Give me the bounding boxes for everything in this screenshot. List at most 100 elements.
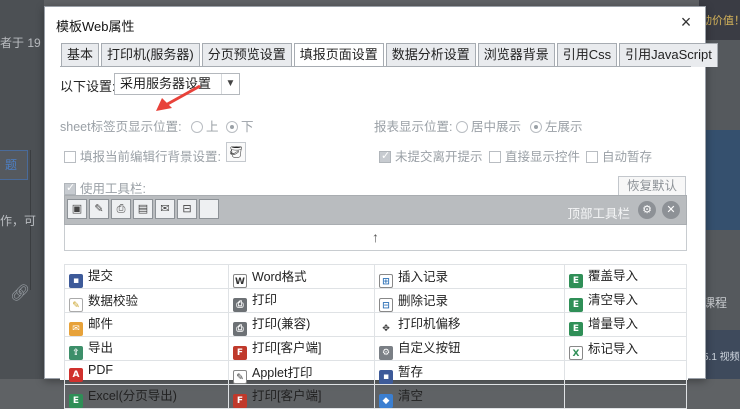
radio-button[interactable] — [226, 121, 238, 133]
background-button: 题 — [0, 150, 28, 180]
blank-icon[interactable] — [199, 199, 219, 219]
checkbox-label: 未提交离开提示 — [395, 150, 483, 164]
radio-button[interactable] — [530, 121, 542, 133]
edit-icon[interactable]: ✎ — [89, 199, 109, 219]
item-label: 覆盖导入 — [588, 269, 639, 283]
tab-strip: 基本 打印机(服务器) 分页预览设置 填报页面设置 数据分析设置 浏览器背景 引用Css 引用… — [61, 43, 720, 68]
background-text: 作，可 — [0, 214, 37, 228]
checkbox[interactable] — [489, 151, 501, 163]
item-export[interactable]: ⇪ 导出 — [64, 336, 229, 361]
item-submit[interactable]: ▪ 提交 — [64, 264, 229, 289]
radio-button[interactable] — [191, 121, 203, 133]
mail-icon: ✉ — [69, 322, 83, 336]
item-mail[interactable]: ✉ 邮件 — [64, 312, 229, 337]
pdf-icon: A — [69, 368, 83, 382]
item-label: 自定义按钮 — [398, 341, 461, 355]
export-icon[interactable]: ▤ — [133, 199, 153, 219]
tab-css[interactable]: 引用Css — [556, 43, 618, 67]
close-button[interactable]: × — [677, 13, 695, 31]
mail-icon[interactable]: ✉ — [155, 199, 175, 219]
item-label: 打印 — [252, 293, 278, 307]
item-validate[interactable]: ✎ 数据校验 — [64, 288, 229, 313]
table-row: ⇪ 导出 F 打印[客户端] ⚙ 自定义按钮 X 标记导入 — [64, 336, 687, 361]
tab-data-analysis[interactable]: 数据分析设置 — [385, 43, 476, 67]
toolbar-icons: ▣ ✎ ⎙ ▤ ✉ ⊟ — [67, 199, 221, 221]
tab-basic[interactable]: 基本 — [61, 43, 100, 67]
sheet-position-label: sheet标签页显示位置: — [60, 120, 182, 134]
paint-bucket-icon[interactable]: 🪣︎ — [226, 142, 246, 162]
item-print-client[interactable]: F 打印[客户端] — [228, 336, 375, 361]
checkbox-label: 填报当前编辑行背景设置: — [80, 150, 221, 164]
auto-save-option[interactable]: 自动暂存 — [586, 146, 652, 165]
table-row: ✎ 数据校验 ⎙ 打印 ⊟ 删除记录 E 清空导入 — [64, 288, 687, 313]
tab-printer[interactable]: 打印机(服务器) — [101, 43, 200, 67]
report-center-option[interactable]: 居中展示 — [456, 116, 521, 135]
print-icon[interactable]: ⎙ — [111, 199, 131, 219]
close-icon[interactable]: ✕ — [662, 201, 680, 219]
item-label: 打印[客户端] — [252, 341, 322, 355]
item-pdf[interactable]: A PDF — [64, 360, 229, 385]
item-label: Word格式 — [252, 269, 307, 284]
item-label: PDF — [88, 363, 113, 377]
option-label: 下 — [241, 120, 254, 134]
item-applet-print[interactable]: ✎ Applet打印 — [228, 360, 375, 385]
item-label: 打印(兼容) — [252, 317, 311, 331]
item-increment-import[interactable]: E 增量导入 — [564, 312, 687, 337]
checkbox[interactable] — [64, 151, 76, 163]
table-row: E Excel(分页导出) F 打印[客户端] ◆ 清空 — [64, 384, 687, 409]
direct-show-option[interactable]: 直接显示控件 — [489, 146, 580, 165]
item-print-compatible[interactable]: ⎙ 打印(兼容) — [228, 312, 375, 337]
item-clear-import[interactable]: E 清空导入 — [564, 288, 687, 313]
item-label: 删除记录 — [398, 293, 449, 308]
chevron-down-icon[interactable]: ▼ — [221, 74, 239, 94]
toolbar-preview: ▣ ✎ ⎙ ▤ ✉ ⊟ 顶部工具栏 ⚙ ✕ — [64, 195, 687, 225]
checkbox[interactable] — [379, 149, 391, 163]
item-mark-import[interactable]: X 标记导入 — [564, 336, 687, 361]
item-label: Excel(分页导出) — [88, 389, 177, 403]
tab-fill-page[interactable]: 填报页面设置 — [293, 43, 384, 68]
item-excel-paged[interactable]: E Excel(分页导出) — [64, 384, 229, 409]
delete-record-icon: ⊟ — [379, 297, 393, 312]
item-label: 打印机偏移 — [398, 317, 461, 331]
move-up-row[interactable]: ↑ — [64, 225, 687, 251]
sheet-position-bottom-option[interactable]: 下 — [226, 116, 254, 135]
word-icon: W — [233, 273, 247, 288]
export-icon: ⇪ — [69, 346, 83, 360]
arrow-up-icon[interactable]: ↑ — [372, 229, 379, 245]
checkbox-label: 直接显示控件 — [505, 150, 581, 164]
item-insert-record[interactable]: ⊞ 插入记录 — [374, 264, 565, 289]
item-label: 打印[客户端] — [252, 389, 322, 403]
dialog-title-bar[interactable]: 模板Web属性 × — [45, 7, 705, 39]
link-icon: 🔗︎ — [10, 285, 31, 302]
item-printer-offset[interactable]: ✥ 打印机偏移 — [374, 312, 565, 337]
sheet-position-top-option[interactable]: 上 — [191, 116, 219, 135]
tab-javascript[interactable]: 引用JavaScript — [619, 43, 718, 67]
item-delete-record[interactable]: ⊟ 删除记录 — [374, 288, 565, 313]
item-temp-save[interactable]: ▪ 暂存 — [374, 360, 565, 385]
applet-icon: ✎ — [233, 369, 247, 384]
item-overwrite-import[interactable]: E 覆盖导入 — [564, 264, 687, 289]
unsubmitted-leave-option[interactable]: 未提交离开提示 — [379, 146, 483, 165]
item-print-client-2[interactable]: F 打印[客户端] — [228, 384, 375, 409]
tab-browser-background[interactable]: 浏览器背景 — [477, 43, 555, 67]
item-label: 插入记录 — [398, 269, 449, 284]
save-icon[interactable]: ▣ — [67, 199, 87, 219]
position-row: sheet标签页显示位置: 上 下 报表显示位置: 居中展示 左展示 — [60, 114, 688, 135]
item-word[interactable]: W Word格式 — [228, 264, 375, 289]
gear-icon: ⚙ — [379, 346, 393, 360]
structure-icon[interactable]: ⊟ — [177, 199, 197, 219]
item-print[interactable]: ⎙ 打印 — [228, 288, 375, 313]
reset-default-button[interactable]: 恢复默认 — [618, 176, 686, 196]
item-clear[interactable]: ◆ 清空 — [374, 384, 565, 409]
checkbox[interactable] — [586, 151, 598, 163]
flash-print-icon: F — [233, 394, 247, 408]
tab-page-preview[interactable]: 分页预览设置 — [201, 43, 292, 67]
checkbox-label: 使用工具栏: — [80, 182, 146, 196]
item-label: 清空导入 — [588, 293, 639, 307]
radio-button[interactable] — [456, 121, 468, 133]
item-custom-button[interactable]: ⚙ 自定义按钮 — [374, 336, 565, 361]
fill-row-bg-option[interactable]: 填报当前编辑行背景设置: — [64, 146, 221, 165]
settings-icon[interactable]: ⚙ — [638, 201, 656, 219]
report-left-option[interactable]: 左展示 — [530, 116, 583, 135]
checkbox[interactable] — [64, 181, 76, 195]
